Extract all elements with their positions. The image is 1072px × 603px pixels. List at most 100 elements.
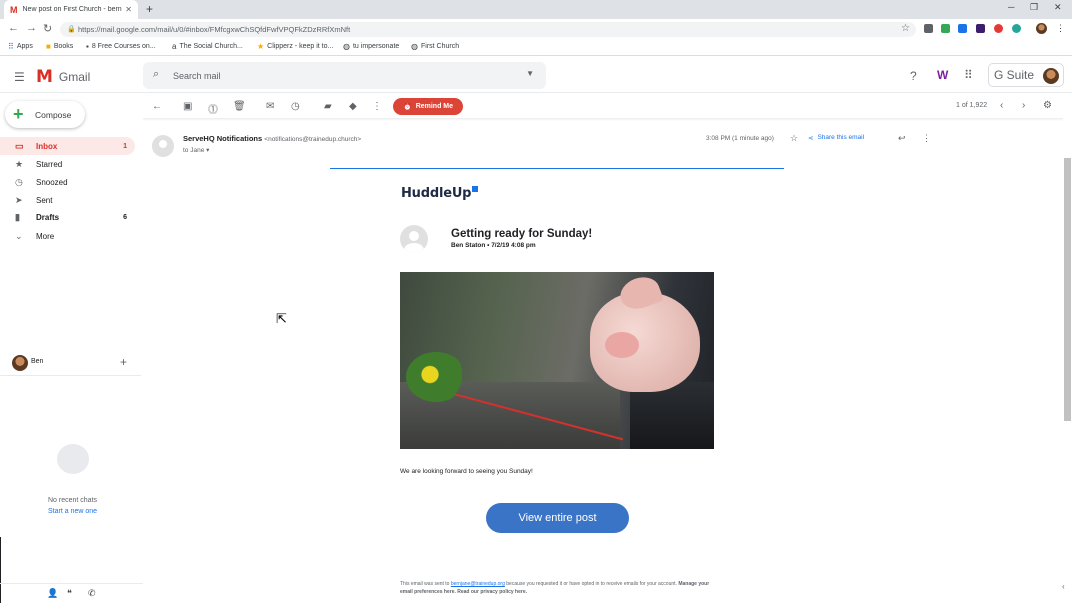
compose-button[interactable]: + Compose [5, 101, 85, 128]
scrollbar-thumb[interactable] [1064, 158, 1071, 421]
collapse-side-panel-icon[interactable]: ‹ [1062, 582, 1065, 591]
search-options-icon[interactable]: ▼ [526, 69, 534, 78]
site-icon: ▪ [86, 42, 89, 51]
bookmark-courses[interactable]: ▪ 8 Free Courses on... [86, 42, 156, 51]
huddleup-logo: HuddleUp [401, 186, 479, 201]
profile-avatar[interactable] [1036, 23, 1047, 34]
chat-bubble-icon [57, 444, 89, 474]
footer-email-link[interactable]: bernjane@trainedup.org [451, 581, 505, 587]
sidebar-item-sent[interactable]: ➤ Sent [0, 191, 135, 209]
settings-gear-icon[interactable]: ⚙ [1043, 100, 1052, 111]
snooze-icon[interactable]: ◷ [291, 101, 300, 112]
post-message: We are looking forward to seeing you Sun… [400, 468, 533, 475]
author-avatar [400, 225, 428, 253]
post-meta: Ben Staton • 7/2/19 4:08 pm [451, 242, 536, 249]
sidebar-item-snoozed[interactable]: ◷ Snoozed [0, 173, 135, 191]
browser-tab[interactable]: M New post on First Church - bern ✕ [4, 0, 138, 19]
star-site-icon: ★ [257, 42, 265, 51]
label-icon[interactable]: ◆ [349, 101, 357, 112]
window-close-icon[interactable]: ✕ [1054, 2, 1062, 13]
help-icon[interactable]: ? [910, 69, 917, 83]
extension-icon[interactable] [941, 24, 950, 33]
address-bar[interactable]: 🔒 https://mail.google.com/mail/u/0/#inbo… [60, 22, 916, 37]
extension-icon[interactable] [994, 24, 1003, 33]
chevron-down-icon: ⌄ [15, 230, 23, 241]
search-icon[interactable]: ⌕ [153, 68, 159, 81]
remind-me-button[interactable]: ⏰ Remind Me [393, 98, 463, 115]
person-icon[interactable]: 👤 [47, 588, 58, 599]
divider [0, 583, 143, 584]
gmail-favicon-icon: M [10, 4, 18, 15]
divider [143, 118, 1063, 121]
more-actions-icon[interactable]: ⋮ [372, 101, 382, 112]
hangouts-avatar [12, 355, 28, 371]
forward-icon[interactable]: → [26, 22, 37, 34]
close-tab-icon[interactable]: ✕ [125, 5, 132, 14]
sender-name: ServeHQ Notifications [183, 134, 263, 143]
hangouts-icon[interactable]: ❝ [67, 588, 72, 599]
extension-w-icon[interactable]: W [937, 68, 948, 82]
email-time: 3:08 PM (1 minute ago) [706, 135, 774, 142]
newer-icon[interactable]: ‹ [1000, 100, 1003, 111]
bookmark-clipperz[interactable]: ★ Clipperz - keep it to... [257, 42, 333, 51]
url-text: https://mail.google.com/mail/u/0/#inbox/… [78, 25, 351, 34]
bookmark-apps[interactable]: ⠿ Apps [8, 42, 33, 51]
bookmarks-bar [0, 39, 1072, 56]
bookmark-impersonate[interactable]: ◍ tu impersonate [343, 42, 399, 51]
sender-email: <notifications@trainedup.church> [264, 136, 362, 143]
minimize-icon[interactable]: ─ [1008, 2, 1014, 12]
delete-icon[interactable]: 🗑 [233, 101, 246, 112]
globe-icon: ◍ [411, 42, 418, 51]
inbox-icon: ▭ [15, 140, 24, 151]
move-to-icon[interactable]: ▰ [324, 101, 332, 112]
gmail-logo[interactable]: M Gmail [36, 67, 90, 87]
add-chat-icon[interactable]: + [120, 355, 127, 369]
apps-grid-icon[interactable]: ⠿ [964, 68, 973, 82]
extension-icon[interactable] [976, 24, 985, 33]
compose-plus-icon: + [13, 104, 24, 124]
gsuite-badge[interactable]: G Suite [988, 63, 1064, 87]
archive-icon[interactable]: ▣ [183, 101, 192, 112]
browser-menu-icon[interactable]: ⋮ [1056, 23, 1065, 34]
recipient-line[interactable]: to Jane ▾ [183, 146, 209, 154]
chevron-down-icon[interactable]: ▾ [206, 147, 209, 154]
restore-icon[interactable]: ❐ [1030, 2, 1038, 13]
view-entire-post-button[interactable]: View entire post [486, 503, 629, 533]
phone-icon[interactable]: ✆ [88, 588, 96, 599]
star-email-icon[interactable]: ☆ [790, 133, 798, 144]
older-icon[interactable]: › [1022, 100, 1025, 111]
reload-icon[interactable]: ↻ [43, 22, 52, 35]
folder-icon: ■ [46, 42, 51, 51]
extension-icon[interactable] [924, 24, 933, 33]
sidebar-item-more[interactable]: ⌄ More [0, 227, 135, 245]
flag-icon [472, 186, 479, 192]
extension-icon[interactable] [958, 24, 967, 33]
report-spam-icon[interactable]: ⓵ [208, 101, 218, 116]
divider [330, 168, 784, 169]
main-menu-icon[interactable]: ☰ [14, 70, 25, 84]
sidebar-item-drafts[interactable]: ▮ Drafts 6 [0, 208, 135, 226]
post-title: Getting ready for Sunday! [451, 228, 593, 240]
sender-line[interactable]: ServeHQ Notifications <notifications@tra… [183, 134, 361, 143]
search-input[interactable]: ⌕ Search mail ▼ [143, 62, 546, 89]
amazon-icon: a [172, 42, 177, 51]
hangouts-user-row[interactable]: Ben + [0, 352, 141, 376]
back-to-inbox-icon[interactable]: ← [152, 101, 162, 112]
share-email-link[interactable]: ⋖ Share this email [808, 134, 864, 142]
back-icon[interactable]: ← [8, 22, 19, 34]
new-tab-icon[interactable]: + [146, 2, 153, 16]
bookmark-first-church[interactable]: ◍ First Church [411, 42, 459, 51]
reply-icon[interactable]: ↩ [898, 133, 906, 144]
browser-tabstrip [0, 0, 1072, 19]
extension-icon[interactable] [1012, 24, 1021, 33]
account-avatar[interactable] [1043, 68, 1059, 84]
bookmark-books[interactable]: ■ Books [46, 42, 73, 51]
email-more-icon[interactable]: ⋮ [922, 133, 931, 144]
mark-unread-icon[interactable]: ✉ [266, 101, 274, 112]
post-image [400, 272, 714, 449]
start-new-chat-link[interactable]: Start a new one [0, 508, 145, 515]
bookmark-star-icon[interactable]: ☆ [901, 23, 910, 34]
sidebar-item-inbox[interactable]: ▭ Inbox 1 [0, 137, 135, 155]
bookmark-social-church[interactable]: a The Social Church... [172, 42, 243, 51]
sidebar-item-starred[interactable]: ★ Starred [0, 155, 135, 173]
